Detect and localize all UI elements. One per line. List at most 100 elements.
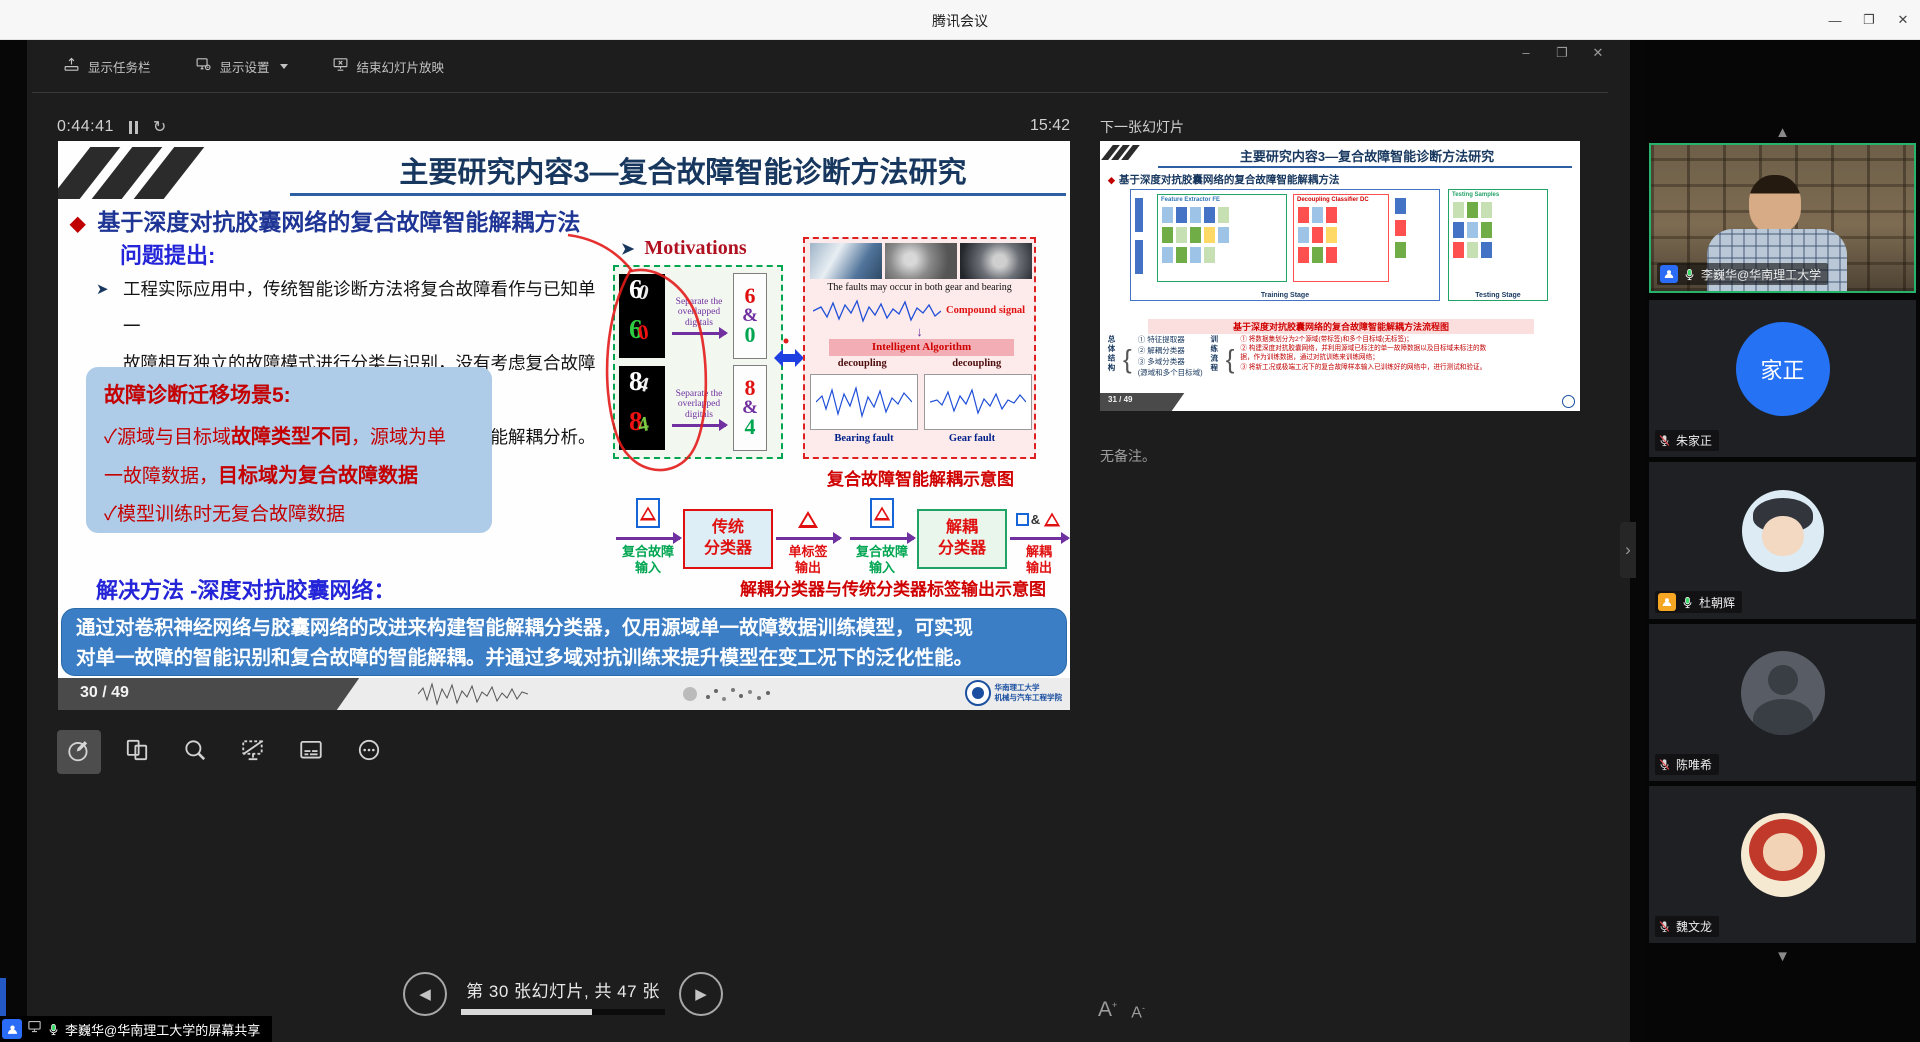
zoom-tool-button[interactable] xyxy=(173,730,217,774)
avatar xyxy=(1741,813,1825,897)
font-increase-button[interactable]: A+ xyxy=(1098,998,1117,1022)
presenter-window: – ❐ ✕ 显示任务栏 显示设置 结束幻灯片放映 0:44:41 ↻ xyxy=(27,40,1630,1042)
end-slideshow-button[interactable]: 结束幻灯片放映 xyxy=(332,56,445,76)
display-settings-button[interactable]: 显示设置 xyxy=(195,56,288,76)
arrow-bullet-icon: ➤ xyxy=(621,241,634,258)
compound-input-icon xyxy=(636,498,660,528)
presenter-minimize-icon[interactable]: – xyxy=(1516,45,1536,61)
scenario-box: 故障诊断迁移场景5: ✓源域与目标域故障类型不同，源域为单 一故障数据，目标域为… xyxy=(86,367,492,533)
slides-icon xyxy=(124,737,150,768)
next-slide-heading: ◆基于深度对抗胶囊网络的复合故障智能解耦方法 xyxy=(1108,172,1339,187)
fault-note: The faults may occur in both gear and be… xyxy=(805,282,1034,293)
slide-browser-button[interactable] xyxy=(115,730,159,774)
chevron-down-icon xyxy=(280,64,288,69)
presenter-restore-icon[interactable]: ❐ xyxy=(1552,45,1572,61)
participant-sidebar: ▲ 李巍华@华南理工大学 家正 朱家正 杜朝辉 xyxy=(1645,40,1920,1042)
no-notes-text: 无备注。 xyxy=(1100,446,1156,466)
problem-label: 问题提出: xyxy=(120,238,215,270)
solution-label: 解决方法 -深度对抗胶囊网络： xyxy=(96,573,395,605)
participant-tile[interactable]: 陈唯希 xyxy=(1649,624,1916,781)
diamond-bullet-icon: ◆ xyxy=(70,213,85,235)
pen-tool-button[interactable] xyxy=(57,730,101,774)
decoupling-classifier-box: 解耦分类器 xyxy=(917,509,1007,569)
more-options-button[interactable] xyxy=(347,730,391,774)
motivations-heading: ➤Motivations xyxy=(621,237,747,260)
restart-timer-button[interactable]: ↻ xyxy=(153,117,166,137)
slide-title: 主要研究内容3—复合故障智能诊断方法研究 xyxy=(298,149,1068,191)
right-arrow-icon xyxy=(1010,537,1068,540)
subtitles-button[interactable] xyxy=(289,730,333,774)
display-settings-icon xyxy=(195,56,212,76)
bearing-waveform xyxy=(810,374,918,430)
separate-label: Separate the overlapped digitals xyxy=(668,297,730,328)
flow-diagram-caption: 基于深度对抗胶囊网络的复合故障智能解耦方法流程图 xyxy=(1148,319,1534,334)
arrow-bullet-icon: ➤ xyxy=(96,271,109,308)
previous-slide-button[interactable]: ◀ xyxy=(403,972,447,1016)
network-architecture-diagram: Feature Extractor FE Decoupling Classifi… xyxy=(1130,189,1550,315)
participant-tile[interactable]: 家正 朱家正 xyxy=(1649,300,1916,457)
down-arrow-icon: ↓ xyxy=(805,325,1034,338)
next-slide-thumbnail[interactable]: 主要研究内容3—复合故障智能诊断方法研究 ◆基于深度对抗胶囊网络的复合故障智能解… xyxy=(1100,141,1580,411)
black-screen-icon xyxy=(240,737,266,768)
subtitles-icon xyxy=(298,737,324,768)
scenario-line2: 一故障数据，目标域为复合故障数据 xyxy=(104,457,474,496)
overlapped-digits-image: 84 84 xyxy=(619,366,665,450)
university-logo xyxy=(1562,395,1575,408)
participant-tile[interactable]: 李巍华@华南理工大学 xyxy=(1649,143,1916,293)
elapsed-timer: 0:44:41 xyxy=(57,118,114,136)
fault-illustration-box: The faults may occur in both gear and be… xyxy=(803,237,1036,459)
minimize-icon[interactable]: — xyxy=(1818,0,1852,40)
maximize-icon[interactable]: ❐ xyxy=(1852,0,1886,40)
os-titlebar: 腾讯会议 — ❐ ✕ xyxy=(0,0,1920,40)
slide-progress-fill xyxy=(461,1009,592,1015)
scroll-up-arrow[interactable]: ▲ xyxy=(1645,124,1920,141)
next-slide-button[interactable]: ▶ xyxy=(679,972,723,1016)
slide-footer: 30 / 49 华南理工大学机械与汽车工程学院 xyxy=(58,678,1070,710)
end-slideshow-label: 结束幻灯片放映 xyxy=(357,57,445,76)
mic-muted-icon xyxy=(1658,920,1671,933)
decoupled-output-icon: & xyxy=(1016,511,1062,528)
next-slide-title: 主要研究内容3—复合故障智能诊断方法研究 xyxy=(1160,146,1574,165)
participant-tile[interactable]: 魏文龙 xyxy=(1649,786,1916,943)
footer-scatter xyxy=(678,681,778,707)
traditional-classifier-box: 传统分类器 xyxy=(683,509,773,569)
panel-collapse-handle[interactable]: › xyxy=(1620,522,1636,578)
screen-share-icon xyxy=(27,1019,42,1039)
participant-name: 李巍华@华南理工大学 xyxy=(1701,266,1821,283)
classifier-caption: 解耦分类器与传统分类器标签输出示意图 xyxy=(718,575,1068,600)
university-logo: 华南理工大学机械与汽车工程学院 xyxy=(965,680,1063,706)
mic-on-icon xyxy=(1681,596,1694,609)
intelligent-algorithm-banner: Intelligent Algorithm xyxy=(829,339,1014,356)
presenter-close-icon[interactable]: ✕ xyxy=(1588,45,1608,61)
show-taskbar-label: 显示任务栏 xyxy=(88,57,151,76)
gear-waveform xyxy=(924,374,1032,430)
current-slide: 主要研究内容3—复合故障智能诊断方法研究 ◆基于深度对抗胶囊网络的复合故障智能解… xyxy=(58,141,1070,710)
participant-name: 朱家正 xyxy=(1676,432,1712,449)
slide-position-text: 第 30 张幻灯片, 共 47 张 xyxy=(466,977,660,1002)
machine-photos xyxy=(810,243,1032,279)
more-icon xyxy=(356,737,382,768)
pause-button[interactable] xyxy=(129,121,138,134)
participant-name: 魏文龙 xyxy=(1676,918,1712,935)
compound-signal-label: Compound signal xyxy=(946,305,1025,317)
member-badge-icon xyxy=(1660,265,1678,283)
scenario-line3: ✓模型训练时无复合故障数据 xyxy=(104,496,474,534)
participant-tile[interactable]: 杜朝辉 xyxy=(1649,462,1916,619)
compound-input-icon xyxy=(870,498,894,528)
compound-waveform xyxy=(813,297,941,325)
scroll-down-arrow[interactable]: ▼ xyxy=(1645,948,1920,965)
slide-progress-bar xyxy=(461,1009,665,1015)
summary-banner: 通过对卷积神经网络与胶囊网络的改进来构建智能解耦分类器，仅用源域单一故障数据训练… xyxy=(61,608,1067,676)
mic-muted-icon xyxy=(1658,758,1671,771)
digit-pair-box: 6 & 0 xyxy=(733,273,767,359)
presenter-toolbar: 显示任务栏 显示设置 结束幻灯片放映 xyxy=(63,56,444,76)
participant-name: 陈唯希 xyxy=(1676,756,1712,773)
close-icon[interactable]: ✕ xyxy=(1886,0,1920,40)
classifier-diagram: 复合故障输入 传统分类器 单标签输出 复合故障输入 解耦分类器 xyxy=(616,491,1068,575)
black-screen-button[interactable] xyxy=(231,730,275,774)
show-taskbar-button[interactable]: 显示任务栏 xyxy=(63,56,151,76)
screen: 腾讯会议 — ❐ ✕ – ❐ ✕ 显示任务栏 显示设置 结束幻灯片 xyxy=(0,0,1920,1042)
overlapped-digits-image: 60 60 xyxy=(619,274,665,358)
font-decrease-button[interactable]: A- xyxy=(1131,1003,1145,1022)
avatar xyxy=(1742,490,1824,572)
